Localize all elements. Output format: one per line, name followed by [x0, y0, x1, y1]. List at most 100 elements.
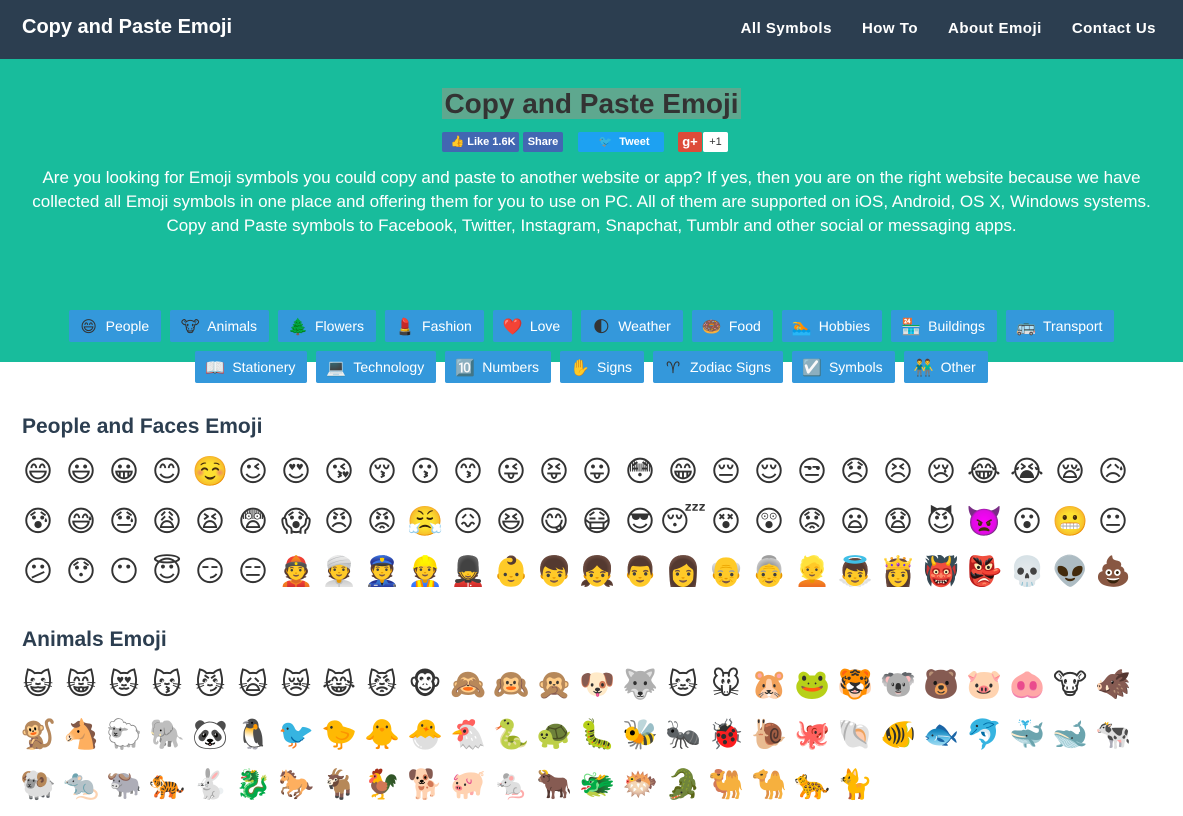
emoji-item[interactable]: 🐳: [1009, 716, 1045, 752]
emoji-item[interactable]: 😘: [321, 453, 357, 489]
emoji-item[interactable]: 🐨: [880, 666, 916, 702]
emoji-item[interactable]: 😺: [20, 666, 56, 702]
emoji-item[interactable]: 😗: [407, 453, 443, 489]
emoji-item[interactable]: 🐵: [407, 666, 443, 702]
emoji-item[interactable]: 🐚: [837, 716, 873, 752]
category-people-button[interactable]: 😄 People: [68, 310, 162, 342]
emoji-item[interactable]: 👨: [622, 553, 658, 589]
nav-about-emoji[interactable]: About Emoji: [948, 20, 1042, 37]
emoji-item[interactable]: 🐱: [665, 666, 701, 702]
emoji-item[interactable]: 😭: [1009, 453, 1045, 489]
emoji-item[interactable]: 🐤: [321, 716, 357, 752]
category-transport-button[interactable]: 🚌 Transport: [1005, 310, 1115, 342]
emoji-item[interactable]: 😴: [660, 503, 707, 539]
emoji-item[interactable]: 🐂: [536, 766, 572, 802]
emoji-item[interactable]: 🐝: [622, 716, 658, 752]
emoji-item[interactable]: 🐁: [493, 766, 529, 802]
emoji-item[interactable]: 🐞: [708, 716, 744, 752]
emoji-item[interactable]: 🙉: [493, 666, 529, 702]
emoji-item[interactable]: 💀: [1009, 553, 1045, 589]
emoji-item[interactable]: 🐄: [1095, 716, 1131, 752]
emoji-item[interactable]: 😨: [235, 503, 271, 539]
emoji-item[interactable]: 🐹: [751, 666, 787, 702]
category-animals-button[interactable]: 🐮 Animals: [170, 310, 269, 342]
emoji-item[interactable]: 😧: [880, 503, 916, 539]
emoji-item[interactable]: 😄: [20, 453, 56, 489]
category-other-button[interactable]: 👬 Other: [903, 351, 988, 383]
emoji-item[interactable]: 😠: [321, 503, 357, 539]
emoji-item[interactable]: 🐊: [665, 766, 701, 802]
category-technology-button[interactable]: 💻 Technology: [316, 351, 437, 383]
emoji-item[interactable]: 👽: [1052, 553, 1088, 589]
emoji-item[interactable]: 😖: [450, 503, 486, 539]
emoji-item[interactable]: 😑: [235, 553, 271, 589]
emoji-item[interactable]: 🐺: [622, 666, 658, 702]
emoji-item[interactable]: 👼: [837, 553, 873, 589]
emoji-item[interactable]: 😉: [235, 453, 271, 489]
emoji-item[interactable]: 🐲: [579, 766, 615, 802]
category-stationery-button[interactable]: 📖 Stationery: [195, 351, 308, 383]
emoji-item[interactable]: 😾: [364, 666, 400, 702]
emoji-item[interactable]: 😿: [278, 666, 314, 702]
emoji-item[interactable]: 😍: [278, 453, 314, 489]
emoji-item[interactable]: 🐐: [321, 766, 357, 802]
emoji-item[interactable]: 🐠: [880, 716, 916, 752]
emoji-item[interactable]: 😊: [149, 453, 185, 489]
emoji-item[interactable]: 🐭: [708, 666, 744, 702]
nav-how-to[interactable]: How To: [862, 20, 918, 37]
emoji-item[interactable]: 😃: [63, 453, 99, 489]
emoji-item[interactable]: 😢: [923, 453, 959, 489]
category-weather-button[interactable]: 🌓 Weather: [581, 310, 683, 342]
emoji-item[interactable]: 👴: [708, 553, 744, 589]
emoji-item[interactable]: 👸: [880, 553, 916, 589]
emoji-item[interactable]: 👮: [364, 553, 400, 589]
emoji-item[interactable]: 😦: [837, 503, 873, 539]
emoji-item[interactable]: 😷: [579, 503, 615, 539]
emoji-item[interactable]: 👵: [751, 553, 787, 589]
emoji-item[interactable]: 🐸: [794, 666, 830, 702]
emoji-item[interactable]: 🙈: [450, 666, 486, 702]
emoji-item[interactable]: 🐙: [794, 716, 830, 752]
emoji-item[interactable]: 👦: [536, 553, 572, 589]
emoji-item[interactable]: 🐜: [665, 716, 701, 752]
category-zodiac-signs-button[interactable]: ♈ Zodiac Signs: [653, 351, 783, 383]
emoji-item[interactable]: 👿: [966, 503, 1002, 539]
emoji-item[interactable]: 🐈: [837, 766, 873, 802]
emoji-item[interactable]: 🐇: [192, 766, 228, 802]
emoji-item[interactable]: 🐣: [407, 716, 443, 752]
emoji-item[interactable]: 😙: [450, 453, 486, 489]
emoji-item[interactable]: 😯: [63, 553, 99, 589]
emoji-item[interactable]: 😕: [20, 553, 56, 589]
category-fashion-button[interactable]: 💄 Fashion: [385, 310, 484, 342]
emoji-item[interactable]: 😈: [923, 503, 959, 539]
emoji-item[interactable]: 💩: [1095, 553, 1131, 589]
emoji-item[interactable]: 😱: [278, 503, 314, 539]
emoji-item[interactable]: 😀: [106, 453, 142, 489]
category-hobbies-button[interactable]: 🏊 Hobbies: [781, 310, 883, 342]
emoji-item[interactable]: 🐍: [493, 716, 529, 752]
emoji-item[interactable]: 😝: [536, 453, 572, 489]
emoji-item[interactable]: 🐶: [579, 666, 615, 702]
emoji-item[interactable]: 😵: [708, 503, 744, 539]
google-plus-button[interactable]: g+: [678, 132, 702, 152]
emoji-item[interactable]: 🐘: [149, 716, 185, 752]
emoji-item[interactable]: 😫: [192, 503, 228, 539]
emoji-item[interactable]: 🐏: [20, 766, 56, 802]
emoji-item[interactable]: 🐅: [149, 766, 185, 802]
emoji-item[interactable]: 🐉: [235, 766, 271, 802]
category-flowers-button[interactable]: 🌲 Flowers: [278, 310, 377, 342]
emoji-item[interactable]: 🐡: [622, 766, 658, 802]
emoji-item[interactable]: 🐧: [235, 716, 271, 752]
emoji-item[interactable]: 😤: [407, 503, 443, 539]
emoji-item[interactable]: 😹: [321, 666, 357, 702]
emoji-item[interactable]: 🐛: [579, 716, 615, 752]
emoji-item[interactable]: 😇: [149, 553, 185, 589]
emoji-item[interactable]: 😒: [794, 453, 830, 489]
emoji-item[interactable]: 😅: [63, 503, 99, 539]
emoji-item[interactable]: 😚: [364, 453, 400, 489]
emoji-item[interactable]: 🐃: [106, 766, 142, 802]
emoji-item[interactable]: 🐯: [837, 666, 873, 702]
emoji-item[interactable]: 😪: [1052, 453, 1088, 489]
emoji-item[interactable]: 🐟: [923, 716, 959, 752]
emoji-item[interactable]: 🐕: [407, 766, 443, 802]
